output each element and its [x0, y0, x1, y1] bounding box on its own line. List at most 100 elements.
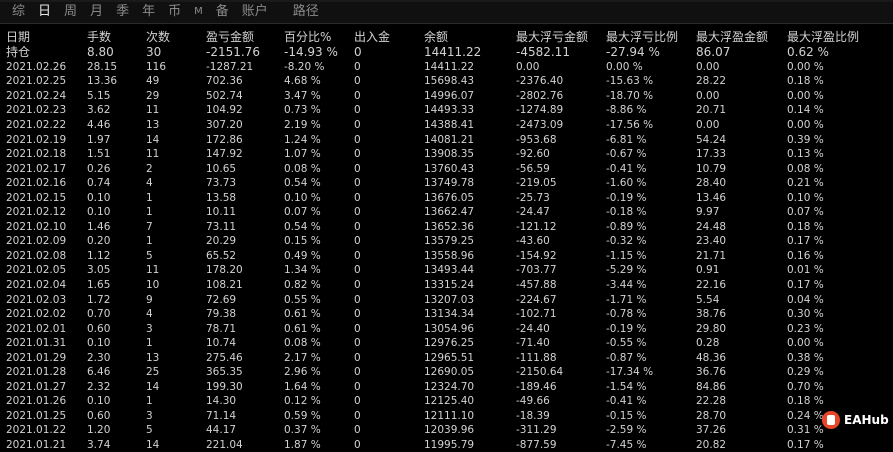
table-cell: 2021.01.29	[6, 351, 67, 364]
table-cell: 0	[354, 206, 361, 219]
table-cell: 2021.02.08	[6, 249, 67, 262]
col-max-float-loss-ratio[interactable]: 最大浮亏比例	[600, 30, 690, 45]
table-cell: 0	[354, 162, 361, 175]
table-row[interactable]: 2021.02.10 1.46 7 73.11 0.54 % 0 13652.36 -121.…	[0, 220, 893, 235]
table-cell: 0	[354, 235, 361, 248]
table-cell: 0	[354, 249, 361, 262]
table-cell: -5.29 %	[606, 264, 647, 277]
table-row[interactable]: 2021.01.26 0.10 1 14.30 0.12 % 0 12125.40 -49.6…	[0, 394, 893, 409]
table-cell: 0	[354, 439, 361, 452]
table-row[interactable]: 2021.02.18 1.51 11 147.92 1.07 % 0 13908.35 -92…	[0, 147, 893, 162]
table-cell: 44.17	[206, 424, 237, 437]
tab-magic[interactable]: M	[192, 1, 205, 23]
table-cell: -2473.09	[516, 119, 564, 131]
table-cell: 14	[146, 439, 160, 452]
col-max-float-profit[interactable]: 最大浮盈金额	[690, 30, 781, 45]
tab-year[interactable]: 年	[140, 1, 157, 23]
tab-account[interactable]: 账户	[240, 1, 270, 23]
table-row[interactable]: 2021.02.25 13.36 49 702.36 4.68 % 0 15698.43 -2…	[0, 74, 893, 89]
table-row[interactable]: 2021.02.02 0.70 4 79.38 0.61 % 0 13134.34 -102.…	[0, 307, 893, 322]
table-cell: 0	[354, 60, 361, 73]
table-row[interactable]: 2021.02.16 0.74 4 73.73 0.54 % 0 13749.78 -219.…	[0, 176, 893, 191]
tab-notes[interactable]: 备	[214, 1, 231, 23]
table-row[interactable]: 2021.02.01 0.60 3 78.71 0.61 % 0 13054.96 -24.4…	[0, 321, 893, 336]
table-cell: -6.81 %	[606, 133, 647, 146]
col-balance[interactable]: 余额	[418, 30, 510, 45]
table-cell: 24.48	[696, 220, 727, 233]
table-cell: 0.37 %	[284, 424, 321, 437]
table-cell: 84.86	[696, 380, 727, 393]
table-cell: 0.82 %	[284, 279, 321, 292]
table-cell: 0	[354, 366, 361, 379]
table-cell: 0.10	[87, 337, 111, 350]
table-row[interactable]: 2021.02.12 0.10 1 10.11 0.07 % 0 13662.47 -24.4…	[0, 205, 893, 220]
table-cell: -0.41 %	[606, 162, 647, 175]
table-cell: -0.18 %	[606, 206, 647, 219]
table-cell: 0.10	[87, 206, 111, 219]
col-max-float-profit-ratio[interactable]: 最大浮盈比例	[781, 30, 893, 45]
col-trades[interactable]: 次数	[140, 30, 200, 45]
table-cell: -8.20 %	[284, 60, 325, 73]
table-cell: 22.28	[696, 395, 727, 408]
table-cell: -8.86 %	[606, 104, 647, 117]
tab-day[interactable]: 日	[36, 1, 53, 23]
table-row[interactable]: 2021.01.31 0.10 1 10.74 0.08 % 0 12976.25 -71.4…	[0, 336, 893, 351]
table-cell: 37.26	[696, 424, 727, 437]
table-row[interactable]: 2021.02.26 28.15 116 -1287.21 -8.20 % 0 14411.…	[0, 60, 893, 75]
table-row[interactable]: 2021.02.09 0.20 1 20.29 0.15 % 0 13579.25 -43.6…	[0, 234, 893, 249]
tab-summary[interactable]: 综	[10, 1, 27, 23]
table-row[interactable]: 2021.01.27 2.32 14 199.30 1.64 % 0 12324.70 -18…	[0, 380, 893, 395]
col-date[interactable]: 日期	[0, 30, 81, 45]
table-row[interactable]: 2021.02.22 4.46 13 307.20 2.19 % 0 14388.41 -24…	[0, 118, 893, 133]
table-row[interactable]: 2021.02.04 1.65 10 108.21 0.82 % 0 13315.24 -45…	[0, 278, 893, 293]
table-cell: 2021.01.26	[6, 395, 67, 408]
table-row[interactable]: 2021.02.05 3.05 11 178.20 1.34 % 0 13493.44 -70…	[0, 263, 893, 278]
table-row[interactable]: 2021.01.22 1.20 5 44.17 0.37 % 0 12039.96 -311.…	[0, 423, 893, 438]
table-row[interactable]: 2021.02.08 1.12 5 65.52 0.49 % 0 13558.96 -154.…	[0, 249, 893, 264]
col-max-float-loss[interactable]: 最大浮亏金额	[510, 30, 600, 45]
table-row[interactable]: 2021.02.03 1.72 9 72.69 0.55 % 0 13207.03 -224.…	[0, 292, 893, 307]
table-cell: -14.93 %	[284, 45, 338, 60]
tab-currency[interactable]: 币	[166, 1, 183, 23]
table-cell: 13493.44	[424, 264, 475, 277]
table-cell: 1.46	[87, 220, 111, 233]
table-cell: 2021.02.16	[6, 177, 67, 190]
table-cell: 0	[354, 308, 361, 321]
table-cell: 4	[146, 177, 153, 190]
table-cell: 0	[354, 337, 361, 350]
table-cell: -17.56 %	[606, 119, 654, 131]
table-cell: 1.24 %	[284, 133, 321, 146]
table-cell: 4.46	[87, 119, 111, 131]
table-row[interactable]: 2021.02.17 0.26 2 10.65 0.08 % 0 13760.43 -56.5…	[0, 161, 893, 176]
table-row[interactable]: 2021.02.19 1.97 14 172.86 1.24 % 0 14081.21 -95…	[0, 132, 893, 147]
table-cell: 116	[146, 60, 167, 73]
table-row[interactable]: 2021.01.29 2.30 13 275.46 2.17 % 0 12965.51 -11…	[0, 350, 893, 365]
holding-row[interactable]: 持仓 8.80 30 -2151.76 -14.93 % 0 14411.22 -4582.1…	[0, 45, 893, 60]
table-cell: -2151.76	[206, 45, 260, 60]
table-row[interactable]: 2021.02.15 0.10 1 13.58 0.10 % 0 13676.05 -25.7…	[0, 190, 893, 205]
table-cell: 2021.02.10	[6, 220, 67, 233]
tab-month[interactable]: 月	[88, 1, 105, 23]
table-row[interactable]: 2021.02.24 5.15 29 502.74 3.47 % 0 14996.07 -28…	[0, 89, 893, 104]
table-cell: 1.87 %	[284, 439, 321, 452]
table-cell: 3.05	[87, 264, 111, 277]
table-cell: -18.70 %	[606, 89, 654, 102]
table-row[interactable]: 2021.01.28 6.46 25 365.35 2.96 % 0 12690.05 -21…	[0, 365, 893, 380]
table-cell: 702.36	[206, 75, 243, 88]
col-profit[interactable]: 盈亏金额	[200, 30, 278, 45]
table-cell: -877.59	[516, 439, 557, 452]
tab-path[interactable]: 路径	[291, 1, 321, 23]
table-row[interactable]: 2021.01.21 3.74 14 221.04 1.87 % 0 11995.79 -87…	[0, 438, 893, 452]
table-cell: -0.67 %	[606, 148, 647, 161]
table-cell: 2021.02.03	[6, 293, 67, 306]
table-row[interactable]: 2021.02.23 3.62 11 104.92 0.73 % 0 14493.33 -12…	[0, 103, 893, 118]
table-cell: 1.72	[87, 293, 111, 306]
table-cell: -953.68	[516, 133, 557, 146]
col-lots[interactable]: 手数	[81, 30, 140, 45]
col-deposit[interactable]: 出入金	[348, 30, 418, 45]
table-cell: 0.60	[87, 409, 111, 422]
col-percent[interactable]: 百分比%	[278, 30, 348, 45]
table-row[interactable]: 2021.01.25 0.60 3 71.14 0.59 % 0 12111.10 -18.3…	[0, 409, 893, 424]
tab-week[interactable]: 周	[62, 1, 79, 23]
tab-quarter[interactable]: 季	[114, 1, 131, 23]
